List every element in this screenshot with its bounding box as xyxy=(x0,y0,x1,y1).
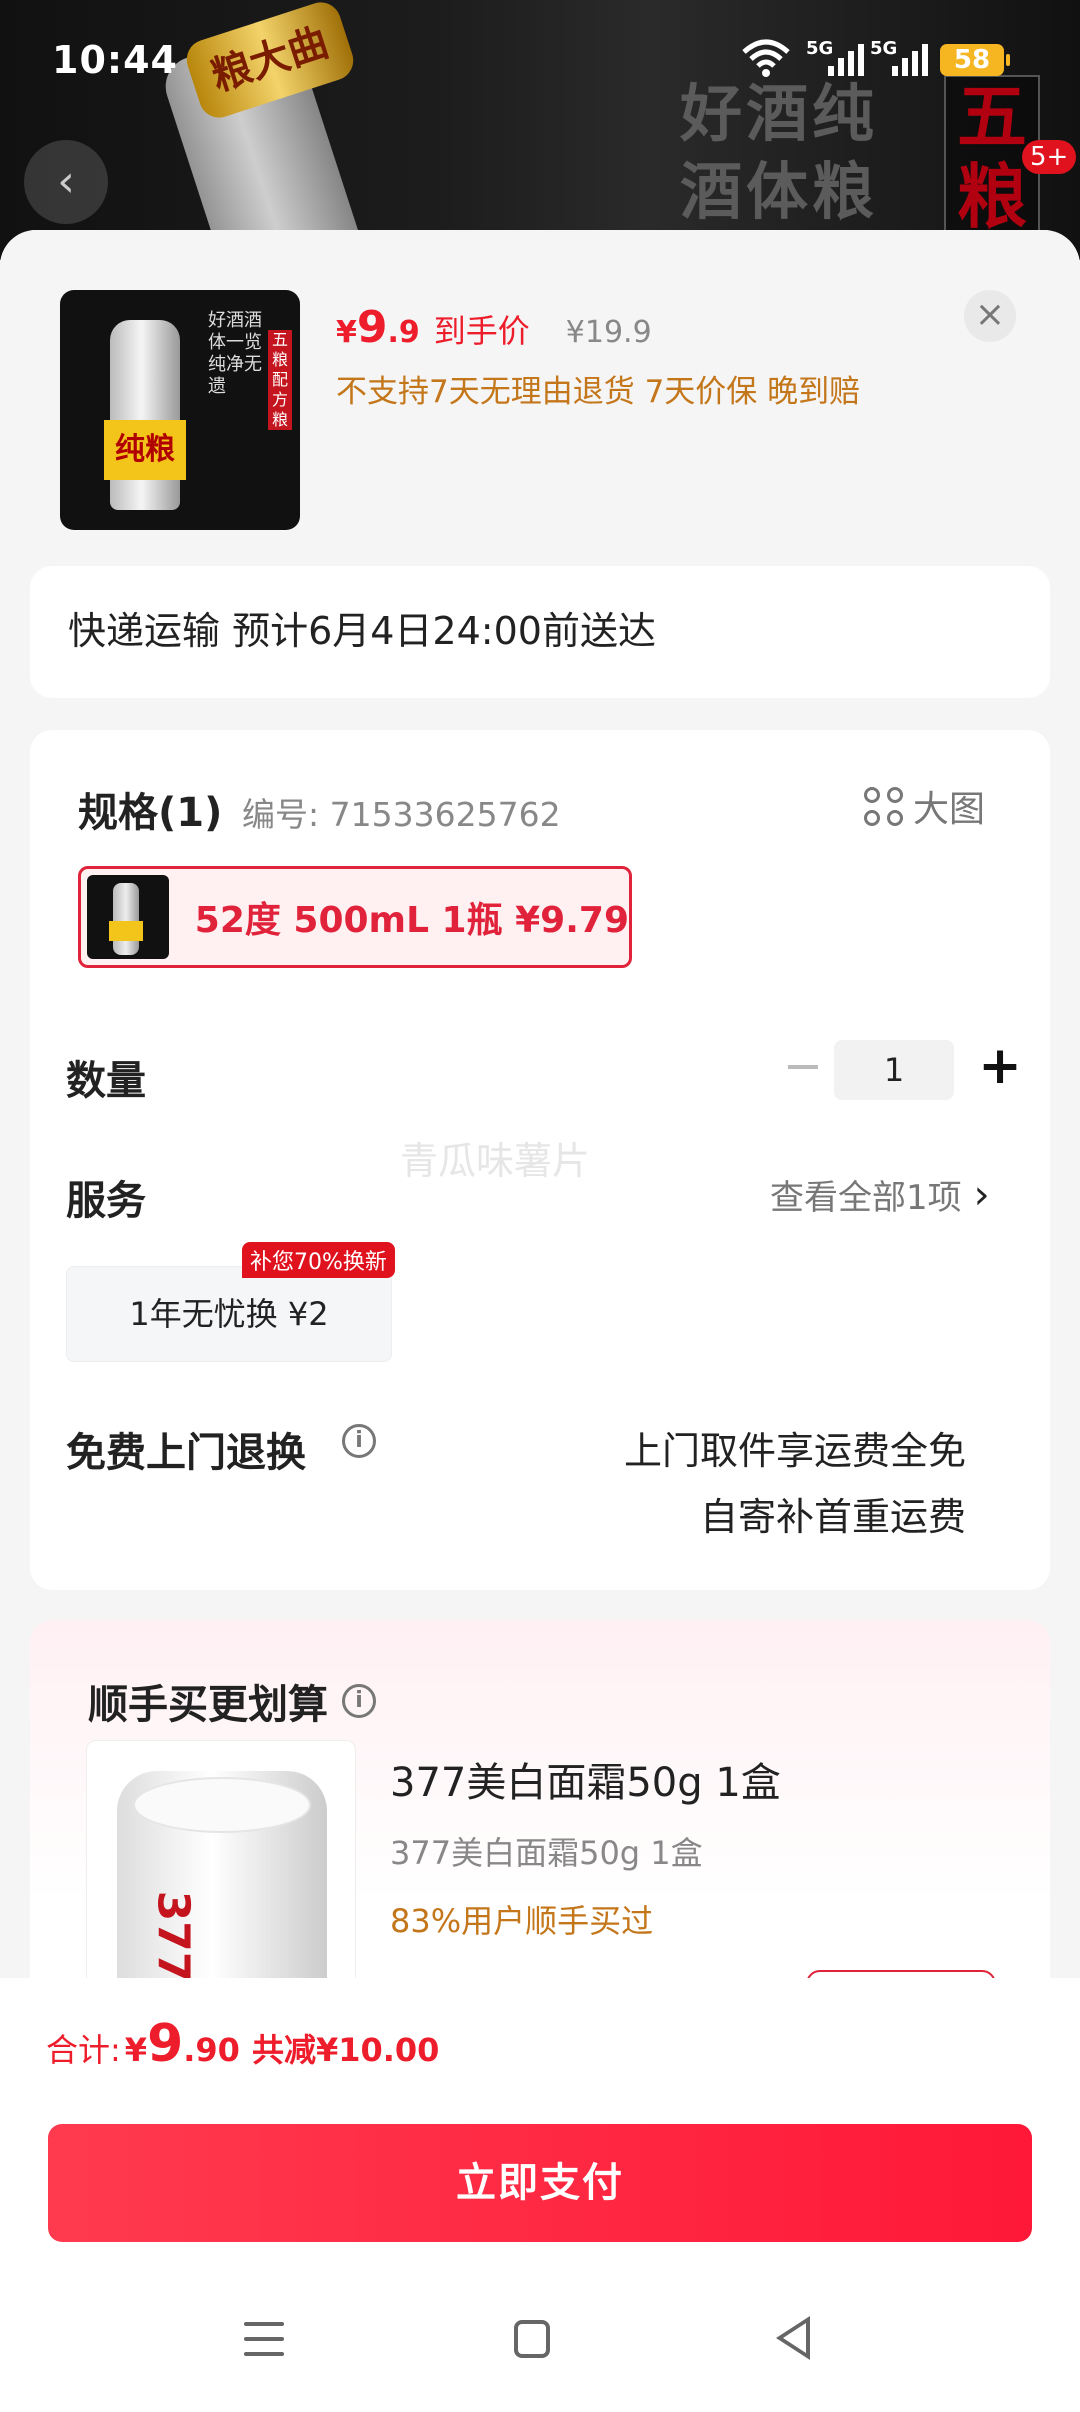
price-currency: ¥ xyxy=(336,315,357,350)
wifi-icon xyxy=(742,39,790,77)
total-price: 合计: ¥ 9 .90 共减¥10.00 xyxy=(46,2014,439,2074)
policy-text: 不支持7天无理由退货 7天价保 晚到赔 xyxy=(336,374,861,410)
service-option[interactable]: 1年无忧换 ¥2 xyxy=(66,1266,392,1362)
quantity-input[interactable]: 1 xyxy=(834,1040,954,1100)
upsell-product-image[interactable]: 377 xyxy=(86,1740,356,2000)
upsell-buy-rate: 83%用户顺手买过 xyxy=(390,1902,654,1940)
upsell-title: 顺手买更划算 i xyxy=(88,1672,376,1730)
thumb-text: 好酒酒体一览纯净无遗 xyxy=(208,310,262,397)
variant-option[interactable]: 52度 500mL 1瓶 ¥9.79 xyxy=(78,866,632,968)
original-price: ¥19.9 xyxy=(565,315,652,350)
back-triangle-icon[interactable] xyxy=(776,2316,810,2360)
back-button[interactable]: ‹ xyxy=(24,140,108,224)
battery-icon: 58 xyxy=(940,44,1010,76)
final-price-tag: 到手价 xyxy=(433,312,530,350)
spec-title: 规格(1) xyxy=(78,790,223,836)
view-all-services-link[interactable]: 查看全部1项 › xyxy=(770,1170,990,1219)
info-icon[interactable]: i xyxy=(342,1424,376,1458)
product-header: 纯粮 好酒酒体一览纯净无遗 五粮配方粮 ¥ 9 .9 到手价 ¥19.9 不支持… xyxy=(0,230,1080,570)
jar-brand-number: 377 xyxy=(147,1890,199,1983)
purchase-sheet: 纯粮 好酒酒体一览纯净无遗 五粮配方粮 ¥ 9 .9 到手价 ¥19.9 不支持… xyxy=(0,230,1080,2000)
total-label: 合计: xyxy=(46,2031,121,2069)
cream-jar-image: 377 xyxy=(117,1771,327,2000)
price-row: ¥ 9 .9 到手价 ¥19.9 xyxy=(336,302,652,353)
total-currency: ¥ xyxy=(124,2031,148,2069)
upsell-info-icon[interactable]: i xyxy=(342,1684,376,1718)
checkout-bar: 合计: ¥ 9 .90 共减¥10.00 立即支付 xyxy=(0,1978,1080,2412)
thumb-red-label: 五粮配方粮 xyxy=(268,330,292,430)
thumb-label: 纯粮 xyxy=(104,420,186,480)
variant-label: 52度 500mL 1瓶 ¥9.79 xyxy=(194,900,629,941)
view-all-label: 查看全部1项 xyxy=(770,1178,962,1218)
service-badge: 补您70%换新 xyxy=(242,1242,395,1278)
price-decimal: .9 xyxy=(387,315,420,350)
variant-thumbnail xyxy=(87,875,169,959)
chevron-right-icon: › xyxy=(973,1171,990,1218)
grid-icon xyxy=(864,786,903,826)
spec-card: 规格(1) 编号: 71533625762 大图 52度 500mL 1瓶 ¥9… xyxy=(30,730,1050,1590)
total-decimal: .90 xyxy=(183,2031,240,2069)
quantity-decrease-button[interactable]: − xyxy=(776,1040,830,1094)
price-integer: 9 xyxy=(356,302,388,353)
big-picture-button[interactable]: 大图 xyxy=(864,780,985,832)
total-integer: 9 xyxy=(147,2014,184,2074)
back-arrow-icon: ‹ xyxy=(57,156,75,207)
upsell-product-sub: 377美白面霜50g 1盒 xyxy=(390,1834,703,1872)
status-bar: 10:44 5G 5G 58 xyxy=(0,0,1080,120)
upsell-card: 顺手买更划算 i 377 377美白面霜50g 1盒 377美白面霜50g 1盒… xyxy=(30,1620,1050,2000)
signal-icon-1: 5G xyxy=(806,38,864,78)
home-icon[interactable] xyxy=(514,2320,550,2358)
free-return-label: 免费上门退换 xyxy=(66,1430,306,1476)
menu-icon[interactable] xyxy=(244,2322,284,2356)
close-button[interactable]: × xyxy=(964,290,1016,342)
big-picture-label: 大图 xyxy=(913,789,986,830)
return-info-line-1: 上门取件享运费全免 xyxy=(623,1429,966,1473)
signal-icon-2: 5G xyxy=(870,38,928,78)
watermark-text: 青瓜味薯片 xyxy=(400,1139,591,1183)
quantity-label: 数量 xyxy=(66,1058,146,1104)
status-time: 10:44 xyxy=(52,38,178,82)
pay-now-button[interactable]: 立即支付 xyxy=(48,2124,1032,2242)
system-nav-bar xyxy=(0,2278,1080,2412)
total-discount: 共减¥10.00 xyxy=(251,2031,440,2069)
return-info-line-2: 自寄补首重运费 xyxy=(699,1495,966,1539)
shipping-card: 快递运输 预计6月4日24:00前送达 xyxy=(30,566,1050,698)
product-thumbnail[interactable]: 纯粮 好酒酒体一览纯净无遗 五粮配方粮 xyxy=(60,290,300,530)
upsell-product-name[interactable]: 377美白面霜50g 1盒 xyxy=(390,1750,781,1808)
quantity-increase-button[interactable]: + xyxy=(970,1036,1030,1096)
shipping-text: 快递运输 预计6月4日24:00前送达 xyxy=(68,609,656,653)
service-label: 服务 xyxy=(66,1178,146,1224)
close-icon: × xyxy=(974,294,1006,335)
upsell-title-text: 顺手买更划算 xyxy=(88,1682,328,1728)
banner-badge: 5+ xyxy=(1022,140,1077,174)
item-code: 编号: 71533625762 xyxy=(242,795,561,834)
